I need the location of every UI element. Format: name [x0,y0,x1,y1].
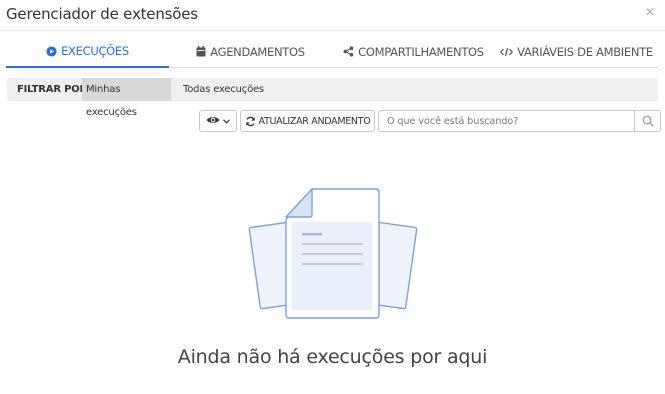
filter-label: FILTRAR POR [17,84,88,95]
search-input[interactable] [379,111,635,131]
tab-bar: EXECUÇÕES AGENDAMENTOS COMPARTILHAMENTOS… [6,36,658,68]
chevron-down-icon [223,118,230,124]
eye-icon [206,115,220,128]
code-icon [500,47,514,57]
title-divider [0,30,665,31]
tab-label: VARIÁVEIS DE AMBIENTE [517,44,653,59]
refresh-progress-button[interactable]: ATUALIZAR ANDAMENTO [240,110,375,132]
tab-execucoes[interactable]: EXECUÇÕES [6,36,169,68]
play-circle-icon [46,45,57,57]
refresh-button-label: ATUALIZAR ANDAMENTO [258,115,371,127]
tab-agendamentos[interactable]: AGENDAMENTOS [169,36,332,67]
close-icon[interactable]: × [643,5,657,21]
search-icon[interactable] [634,111,660,131]
refresh-icon [245,116,256,127]
tab-compartilhamentos[interactable]: COMPARTILHAMENTOS [332,36,495,67]
filter-option-todas-execucoes[interactable]: Todas execuções [179,78,268,101]
calendar-icon [196,46,206,57]
filter-bar: FILTRAR POR Minhas execuções Todas execu… [7,78,658,118]
documents-illustration [248,186,418,321]
share-icon [343,46,354,57]
filter-option-minhas-execucoes[interactable]: Minhas execuções [82,78,171,118]
window-title: Gerenciador de extensões [6,5,198,23]
tab-label: EXECUÇÕES [61,44,129,58]
empty-state-message: Ainda não há execuções por aqui [177,346,488,368]
tab-label: AGENDAMENTOS [210,44,305,59]
window-titlebar: Gerenciador de extensões × [0,0,665,30]
tab-variaveis-de-ambiente[interactable]: VARIÁVEIS DE AMBIENTE [495,36,658,67]
tab-label: COMPARTILHAMENTOS [358,44,484,59]
search-box [378,110,661,132]
view-toggle-button[interactable] [199,110,237,132]
